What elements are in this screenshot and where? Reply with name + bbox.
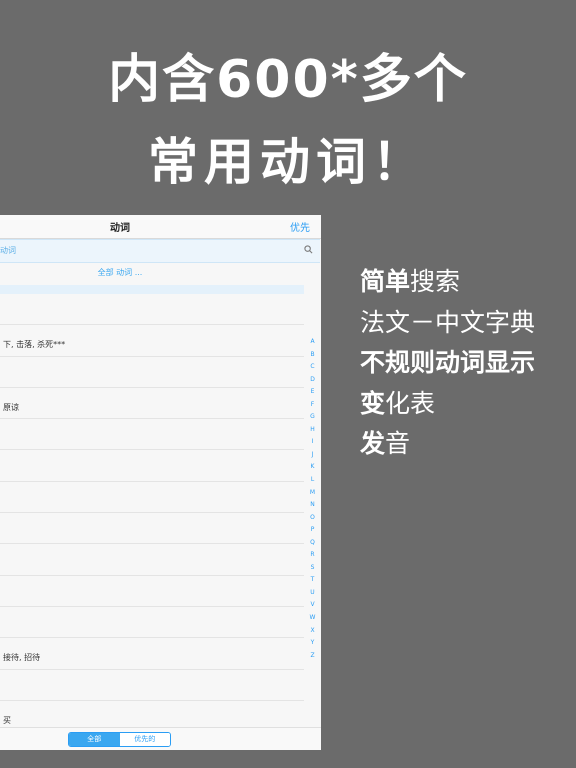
index-letter-t[interactable]: T bbox=[308, 574, 317, 587]
index-letter-l[interactable]: L bbox=[308, 474, 317, 487]
list-item[interactable] bbox=[0, 544, 304, 576]
segmented-control[interactable]: 全部 优先的 bbox=[68, 732, 171, 747]
nav-title: 动词 bbox=[110, 223, 130, 234]
index-letter-f[interactable]: F bbox=[308, 399, 317, 412]
index-letter-y[interactable]: Y bbox=[308, 637, 317, 650]
tab-bar: 全部 优先的 bbox=[0, 727, 321, 750]
headline-line-1: 内含600*多个 bbox=[108, 50, 468, 110]
index-letter-u[interactable]: U bbox=[308, 587, 317, 600]
alphabet-index[interactable]: ABCDEFGHIJKLMNOPQRSTUVWXYZ bbox=[308, 336, 317, 662]
index-letter-i[interactable]: I bbox=[308, 436, 317, 449]
feature-list: 简单搜索 法文－中文字典 不规则动词显示 变化表 发音 bbox=[360, 262, 535, 465]
feature-text: 搜索 bbox=[410, 267, 461, 296]
list-item[interactable] bbox=[0, 357, 304, 388]
index-letter-p[interactable]: P bbox=[308, 524, 317, 537]
list-item[interactable] bbox=[0, 576, 304, 607]
tab-priority[interactable]: 优先的 bbox=[119, 733, 170, 746]
headline-line-2: 常用动词！ bbox=[148, 133, 428, 191]
index-letter-s[interactable]: S bbox=[308, 562, 317, 575]
index-letter-r[interactable]: R bbox=[308, 549, 317, 562]
section-header: 全部 动词 ... bbox=[97, 268, 143, 277]
index-letter-d[interactable]: D bbox=[308, 374, 317, 387]
selected-row[interactable] bbox=[0, 285, 304, 294]
tab-all[interactable]: 全部 bbox=[69, 733, 120, 746]
list-item[interactable]: 下, 击落, 杀死*** bbox=[0, 325, 304, 357]
index-letter-v[interactable]: V bbox=[308, 599, 317, 612]
index-letter-g[interactable]: G bbox=[308, 411, 317, 424]
feature-item: 变化表 bbox=[360, 384, 535, 425]
feature-text: 音 bbox=[385, 429, 411, 459]
index-letter-m[interactable]: M bbox=[308, 487, 317, 500]
feature-text: 法文－中文字典 bbox=[360, 307, 536, 337]
nav-bar: 动词 优先 bbox=[0, 215, 321, 239]
index-letter-z[interactable]: Z bbox=[308, 650, 317, 663]
list-item[interactable] bbox=[0, 482, 304, 514]
priority-button[interactable]: 优先 bbox=[290, 219, 310, 234]
feature-item: 法文－中文字典 bbox=[360, 303, 535, 344]
list-item[interactable] bbox=[0, 450, 304, 482]
list-item-text: 下, 击落, 杀死*** bbox=[3, 340, 66, 350]
index-letter-e[interactable]: E bbox=[308, 386, 317, 399]
feature-item: 不规则动词显示 bbox=[360, 343, 535, 384]
feature-bold: 发 bbox=[360, 429, 386, 459]
index-letter-k[interactable]: K bbox=[308, 461, 317, 474]
feature-text: 化表 bbox=[385, 388, 436, 418]
search-input[interactable]: 动词 bbox=[0, 245, 16, 256]
index-letter-x[interactable]: X bbox=[308, 625, 317, 638]
feature-item: 发音 bbox=[360, 424, 535, 465]
index-letter-o[interactable]: O bbox=[308, 512, 317, 525]
list-item[interactable] bbox=[0, 513, 304, 545]
verb-list: 下, 击落, 杀死*** 原谅 接待, 招待 买 bbox=[0, 294, 304, 733]
search-icon[interactable] bbox=[304, 245, 313, 254]
list-item[interactable] bbox=[0, 670, 304, 701]
index-letter-j[interactable]: J bbox=[308, 449, 317, 462]
list-item[interactable] bbox=[0, 419, 304, 451]
index-letter-w[interactable]: W bbox=[308, 612, 317, 625]
list-item[interactable]: 原谅 bbox=[0, 388, 304, 420]
search-bar[interactable]: 动词 bbox=[0, 239, 320, 263]
list-item-text: 接待, 招待 bbox=[3, 653, 41, 663]
index-letter-a[interactable]: A bbox=[308, 336, 317, 349]
feature-bold: 简单 bbox=[360, 267, 411, 296]
feature-bold: 变 bbox=[360, 388, 386, 418]
index-letter-q[interactable]: Q bbox=[308, 537, 317, 550]
index-letter-n[interactable]: N bbox=[308, 499, 317, 512]
feature-item: 简单搜索 bbox=[360, 262, 535, 303]
index-letter-h[interactable]: H bbox=[308, 424, 317, 437]
list-item-text: 原谅 bbox=[3, 402, 19, 412]
app-screenshot: 动词 优先 动词 全部 动词 ... 下, 击落, 杀死*** 原谅 接待, 招… bbox=[0, 215, 321, 750]
list-item[interactable] bbox=[0, 294, 304, 326]
index-letter-b[interactable]: B bbox=[308, 349, 317, 362]
list-item[interactable]: 接待, 招待 bbox=[0, 638, 304, 670]
feature-bold: 不规则动词显示 bbox=[360, 348, 536, 378]
list-item-text: 买 bbox=[3, 715, 11, 725]
index-letter-c[interactable]: C bbox=[308, 361, 317, 374]
list-item[interactable] bbox=[0, 607, 304, 639]
